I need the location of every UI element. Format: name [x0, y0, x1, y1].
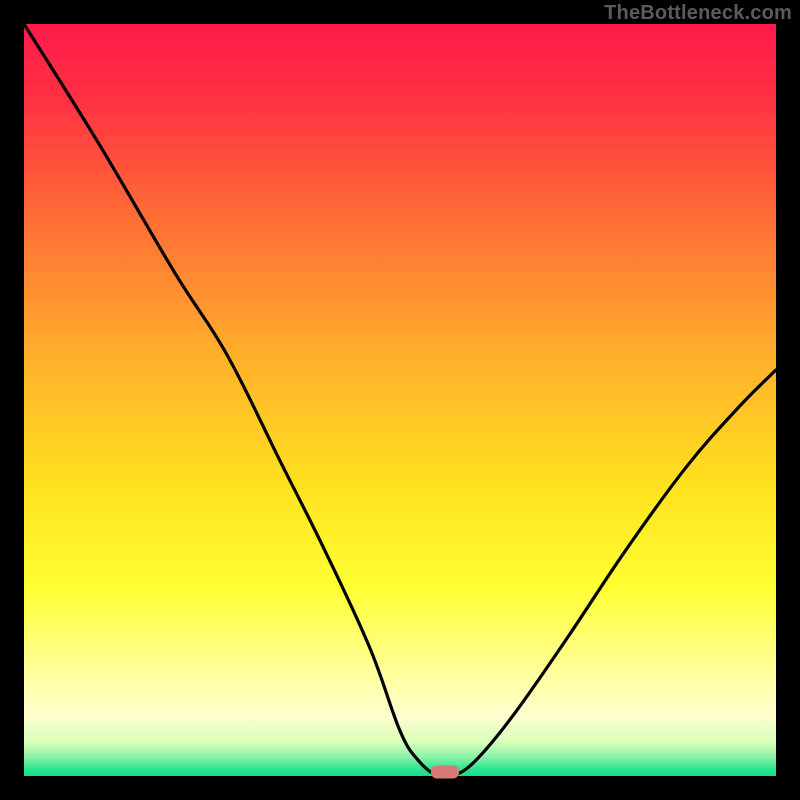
chart-frame: TheBottleneck.com	[0, 0, 800, 800]
plot-area	[24, 24, 776, 776]
minimum-marker	[431, 766, 459, 779]
watermark-text: TheBottleneck.com	[604, 2, 792, 25]
bottleneck-curve	[24, 24, 776, 776]
